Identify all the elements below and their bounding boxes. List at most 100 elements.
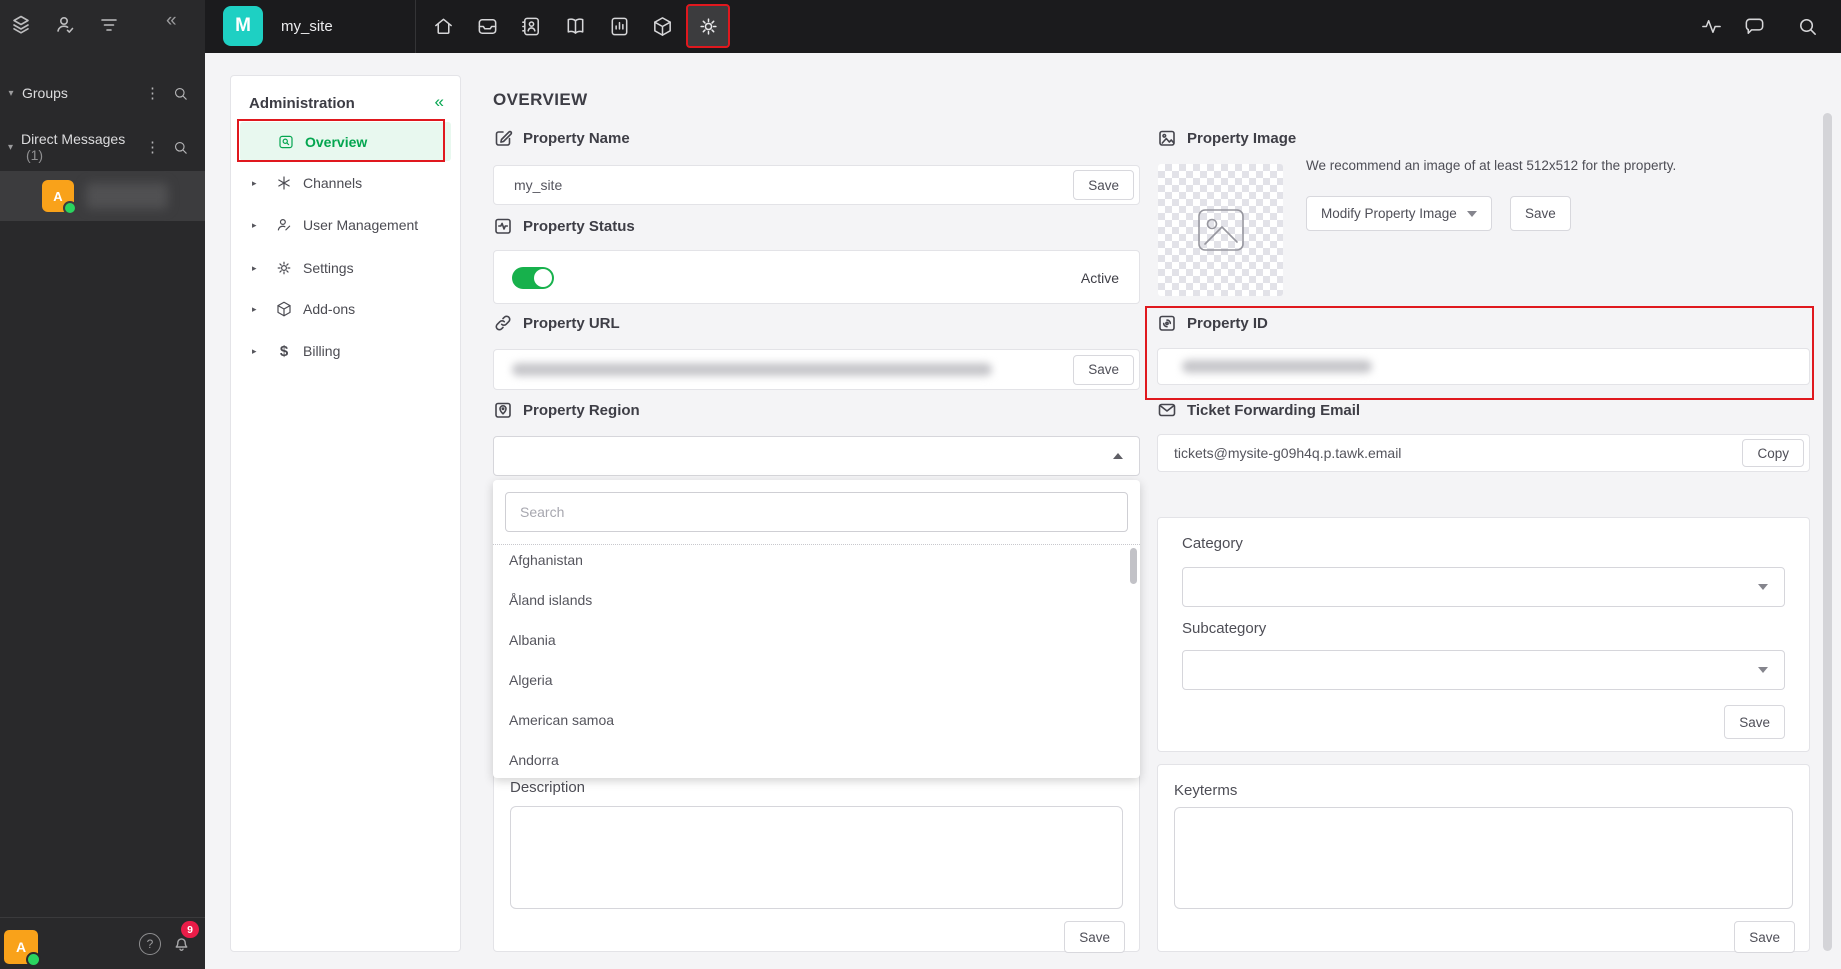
ticket-email-heading: Ticket Forwarding Email — [1157, 398, 1360, 422]
sidebar-item-addons[interactable]: ▸ Add-ons — [231, 297, 462, 321]
global-search-icon[interactable] — [1796, 15, 1819, 38]
description-textarea[interactable] — [510, 806, 1123, 909]
home-icon[interactable] — [432, 15, 455, 38]
location-pin-icon — [493, 400, 513, 420]
property-image-save-button[interactable]: Save — [1510, 196, 1571, 231]
dm-count: (1) — [25, 147, 44, 163]
property-name[interactable]: my_site — [281, 0, 333, 53]
status-toggle-on[interactable] — [512, 267, 554, 289]
reporting-icon[interactable] — [608, 15, 631, 38]
chevron-up-icon — [1113, 453, 1123, 459]
subcategory-select[interactable] — [1182, 650, 1785, 690]
keyterms-card: Keyterms Save — [1157, 764, 1810, 953]
property-region-select-open[interactable] — [493, 436, 1140, 476]
help-icon[interactable]: ? — [139, 933, 161, 955]
groups-section-header[interactable]: ▾ Groups ⋮ — [0, 80, 205, 106]
chevron-right-icon: ▸ — [252, 177, 257, 188]
rail-bottom-bar: A ? 9 — [0, 917, 205, 969]
mail-forward-icon — [1157, 400, 1177, 420]
property-region-heading: Property Region — [493, 398, 640, 422]
page-title: OVERVIEW — [493, 90, 588, 109]
billing-dollar-icon: $ — [279, 342, 289, 360]
groups-kebab-icon[interactable]: ⋮ — [145, 86, 160, 101]
chevron-right-icon: ▸ — [252, 262, 257, 273]
chevron-down-icon: ▾ — [7, 141, 13, 153]
category-select[interactable] — [1182, 567, 1785, 607]
profile-avatar[interactable]: A — [4, 930, 41, 967]
country-option[interactable]: Åland islands — [493, 580, 1140, 620]
property-url-field[interactable]: Save — [493, 349, 1140, 390]
dm-list-item[interactable]: A — [0, 171, 205, 221]
keyterms-save-button[interactable]: Save — [1734, 921, 1795, 953]
notification-badge: 9 — [181, 921, 199, 938]
administration-panel: Administration « Overview ▸ Channels ▸ U… — [230, 75, 461, 952]
country-option[interactable]: Albania — [493, 620, 1140, 660]
country-option[interactable]: Andorra — [493, 740, 1140, 778]
direct-messages-section-header[interactable]: ▾ Direct Messages (1) ⋮ — [0, 131, 205, 163]
modify-property-image-button[interactable]: Modify Property Image — [1306, 196, 1492, 231]
contacts-icon[interactable] — [520, 15, 543, 38]
property-url-heading: Property URL — [493, 311, 620, 335]
settings-icon — [275, 259, 293, 277]
country-option[interactable]: American samoa — [493, 700, 1140, 740]
channels-icon — [275, 174, 293, 192]
chevron-down-icon — [1758, 667, 1768, 673]
country-option[interactable]: Afghanistan — [493, 540, 1140, 580]
property-id-redacted — [1182, 360, 1372, 373]
chevron-right-icon: ▸ — [252, 345, 257, 356]
region-search-input[interactable] — [505, 492, 1128, 532]
collapse-rail-icon[interactable]: « — [166, 10, 177, 32]
dm-user-name-redacted — [86, 183, 168, 209]
property-url-redacted — [512, 363, 992, 376]
messages-bubble-icon[interactable] — [1743, 15, 1766, 38]
topbar-divider — [415, 0, 416, 53]
category-save-button[interactable]: Save — [1724, 705, 1785, 739]
agents-icon[interactable] — [53, 13, 77, 37]
status-icon — [493, 216, 513, 236]
sidebar-item-channels[interactable]: ▸ Channels — [231, 171, 462, 195]
keyterms-label: Keyterms — [1174, 782, 1238, 799]
country-option[interactable]: Algeria — [493, 660, 1140, 700]
tawk-admin-overview-screen: { "topbar": { "property_initial": "M", "… — [0, 0, 1841, 969]
activity-pulse-icon[interactable] — [1700, 15, 1723, 38]
groups-layers-icon[interactable] — [9, 13, 33, 37]
sidebar-item-user-management[interactable]: ▸ User Management — [231, 213, 462, 237]
filter-icon[interactable] — [97, 13, 121, 37]
description-save-button[interactable]: Save — [1064, 921, 1125, 953]
knowledge-base-icon[interactable] — [564, 15, 587, 38]
sidebar-item-billing[interactable]: ▸ $ Billing — [231, 339, 462, 363]
collapse-panel-icon[interactable]: « — [435, 92, 444, 112]
edit-icon — [493, 128, 513, 148]
direct-messages-label: Direct Messages (1) — [20, 131, 126, 163]
topbar: M my_site — [205, 0, 1841, 53]
dm-avatar: A — [42, 180, 77, 215]
addons-icon[interactable] — [651, 15, 674, 38]
settings-gear-icon-active[interactable] — [686, 4, 730, 48]
page-scrollbar-thumb[interactable] — [1823, 113, 1832, 951]
groups-search-icon[interactable] — [172, 85, 189, 102]
property-name-heading: Property Name — [493, 126, 630, 150]
user-management-icon — [275, 216, 293, 234]
dm-search-icon[interactable] — [172, 139, 189, 156]
dropdown-scrollbar-thumb[interactable] — [1130, 548, 1137, 584]
property-url-save-button[interactable]: Save — [1073, 354, 1134, 385]
description-card: Description Save — [493, 768, 1140, 953]
property-name-input[interactable] — [512, 176, 1074, 194]
image-placeholder-icon — [1189, 198, 1253, 262]
overview-icon — [277, 133, 295, 151]
chevron-down-icon — [1466, 210, 1477, 217]
property-id-field[interactable] — [1157, 348, 1810, 385]
ticket-email-copy-button[interactable]: Copy — [1742, 439, 1804, 467]
inbox-icon[interactable] — [476, 15, 499, 38]
dm-kebab-icon[interactable]: ⋮ — [145, 140, 160, 155]
property-id-heading: Property ID — [1157, 311, 1268, 335]
subcategory-label: Subcategory — [1182, 620, 1267, 637]
category-card: Category Subcategory Save — [1157, 517, 1810, 752]
ticket-email-field: tickets@mysite-g09h4q.p.tawk.email Copy — [1157, 434, 1810, 472]
keyterms-textarea[interactable] — [1174, 807, 1793, 909]
property-avatar[interactable]: M — [223, 6, 263, 46]
image-icon — [1157, 128, 1177, 148]
property-name-save-button[interactable]: Save — [1073, 170, 1134, 200]
sidebar-item-overview[interactable]: Overview — [240, 122, 451, 161]
sidebar-item-settings[interactable]: ▸ Settings — [231, 256, 462, 280]
